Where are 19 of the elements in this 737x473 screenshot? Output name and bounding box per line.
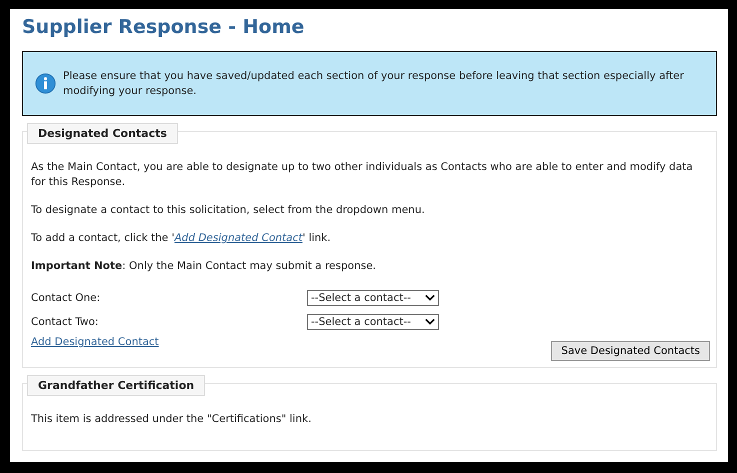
- section-legend: Grandfather Certification: [27, 375, 206, 396]
- page-title: Supplier Response - Home: [22, 15, 306, 39]
- certification-text: This item is addressed under the "Certifications" link.: [31, 412, 312, 427]
- contact-label: Contact One:: [31, 292, 102, 304]
- info-icon: [35, 73, 56, 94]
- add-contact-link[interactable]: Add Designated Contact: [31, 336, 159, 348]
- chevron-icon: [425, 294, 435, 301]
- instruction-text: To designate a contact to this solicitation, select from the dropdown menu.: [31, 203, 426, 218]
- save-contacts-button[interactable]: Save Designated Contacts: [551, 341, 710, 361]
- section-legend: Designated Contacts: [27, 123, 178, 144]
- chevron-icon: [425, 318, 435, 325]
- important-note: Important Note: Only the Main Contact may submit a response.: [31, 259, 377, 274]
- notice-text: Please ensure that you have saved/updated each section of your response before leaving that section especially after modifying your response.: [63, 68, 685, 98]
- contact-label: Contact Two:: [31, 316, 100, 328]
- contact-dropdown[interactable]: --Select a contact--: [307, 314, 439, 330]
- intro-text: As the Main Contact, you are able to designate up to two other individuals as Contacts who are able to enter and modify data for this Response.: [31, 160, 694, 190]
- contact-dropdown[interactable]: --Select a contact--: [307, 290, 439, 306]
- add-contact-text: To add a contact, click the 'Add Designated Contact' link.: [31, 231, 332, 246]
- add-contact-link[interactable]: Add Designated Contact: [174, 232, 302, 244]
